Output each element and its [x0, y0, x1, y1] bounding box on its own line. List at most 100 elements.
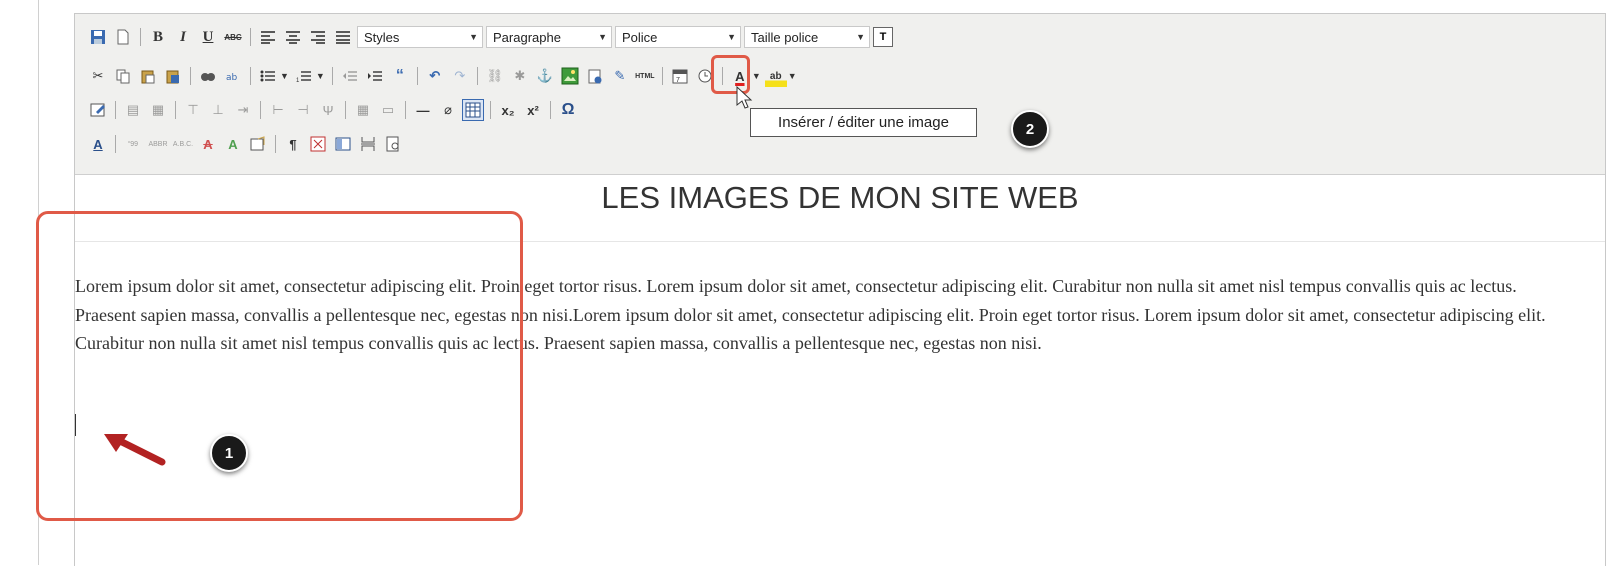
row-properties-icon[interactable]: ▤ — [122, 99, 144, 121]
separator — [416, 67, 418, 85]
step-badge-1: 1 — [210, 434, 248, 472]
styles-select-value: Styles — [364, 29, 400, 45]
svg-text:7: 7 — [676, 77, 680, 84]
acronym-icon[interactable]: A.B.C. — [172, 133, 194, 155]
anchor-icon[interactable]: ⚓ — [534, 65, 556, 87]
numbered-list-icon[interactable]: 1 — [293, 65, 315, 87]
chevron-down-icon: ▼ — [727, 32, 736, 42]
delete-row-icon[interactable]: ⇥ — [232, 99, 254, 121]
outdent-icon[interactable] — [339, 65, 361, 87]
separator — [250, 67, 251, 85]
insert-row-before-icon[interactable]: ⊤ — [182, 99, 204, 121]
page-break-icon[interactable] — [357, 133, 379, 155]
separator — [115, 101, 116, 119]
separator — [140, 28, 141, 46]
font-size-select[interactable]: Taille police ▼ — [744, 26, 870, 48]
replace-icon[interactable]: ab — [222, 65, 244, 87]
separator — [331, 67, 333, 85]
cell-properties-icon[interactable]: ▦ — [147, 99, 169, 121]
superscript-icon[interactable]: x² — [522, 99, 544, 121]
font-select[interactable]: Police ▼ — [615, 26, 741, 48]
insert-date-icon[interactable]: 7 — [669, 65, 691, 87]
styles-select[interactable]: Styles ▼ — [357, 26, 483, 48]
paste-icon[interactable] — [137, 65, 159, 87]
insert-table-icon[interactable] — [462, 99, 484, 121]
align-left-icon[interactable] — [257, 26, 279, 48]
indent-icon[interactable] — [364, 65, 386, 87]
link-icon[interactable]: ⛓ — [484, 65, 506, 87]
cut-icon[interactable]: ✂ — [87, 65, 109, 87]
chevron-down-icon[interactable]: ▼ — [316, 71, 325, 81]
find-icon[interactable] — [197, 65, 219, 87]
separator — [115, 135, 116, 153]
unlink-icon[interactable]: ✱ — [509, 65, 531, 87]
separator — [345, 101, 346, 119]
special-character-icon[interactable]: Ω — [557, 99, 579, 121]
chevron-down-icon[interactable]: ▼ — [788, 71, 797, 81]
show-invisible-icon[interactable]: ¶ — [282, 133, 304, 155]
chevron-down-icon[interactable]: ▼ — [752, 71, 761, 81]
bold-icon[interactable]: B — [147, 26, 169, 48]
svg-text:1: 1 — [296, 78, 300, 83]
separator — [405, 101, 406, 119]
abbr-icon[interactable]: ABBR — [147, 133, 169, 155]
visual-blocks-icon[interactable] — [307, 133, 329, 155]
format-select-value: Paragraphe — [493, 29, 561, 45]
toolbar-row-3: ▤ ▦ ⊤ ⊥ ⇥ ⊢ ⊣ Ψ ▦ ▭ — ⌀ x₂ x² Ω — [87, 98, 582, 122]
delete-text-icon[interactable]: A — [197, 133, 219, 155]
separator — [250, 28, 251, 46]
editor-toolbar: B I U ABC Styles ▼ Paragraphe ▼ Police ▼ Ta… — [75, 14, 1605, 175]
new-document-icon[interactable] — [112, 26, 134, 48]
delete-col-icon[interactable]: Ψ — [317, 99, 339, 121]
toolbar-row-4: A “99 ABBR A.B.C. A A ¶ — [87, 132, 407, 156]
cite-icon[interactable]: “99 — [122, 133, 144, 155]
insert-image-icon[interactable] — [559, 65, 581, 87]
separator — [476, 67, 478, 85]
horizontal-rule-icon[interactable]: — — [412, 99, 434, 121]
align-center-icon[interactable] — [282, 26, 304, 48]
separator — [260, 101, 261, 119]
insert-text-icon[interactable]: A — [222, 133, 244, 155]
insert-col-before-icon[interactable]: ⊢ — [267, 99, 289, 121]
step-badge-2: 2 — [1011, 110, 1049, 148]
insert-media-icon[interactable] — [584, 65, 606, 87]
table-edit-icon[interactable] — [87, 99, 109, 121]
styleprops-icon[interactable]: A — [87, 133, 109, 155]
underline-icon[interactable]: U — [197, 26, 219, 48]
chevron-down-icon: ▼ — [598, 32, 607, 42]
save-icon[interactable] — [87, 26, 109, 48]
align-justify-icon[interactable] — [332, 26, 354, 48]
arrow-icon — [100, 430, 170, 475]
chevron-down-icon: ▼ — [469, 32, 478, 42]
background-color-icon[interactable]: ab — [764, 65, 787, 87]
image-tooltip: Insérer / éditer une image — [750, 108, 977, 137]
toolbar-row-2: ✂ ab ▼ 1 ▼ “ ↶ ↷ ⛓ ✱ ⚓ ✎ HTML 7 A ▼ ab ▼ — [87, 64, 801, 88]
eraser-icon[interactable]: ⌀ — [437, 99, 459, 121]
paste-word-icon[interactable] — [162, 65, 184, 87]
align-right-icon[interactable] — [307, 26, 329, 48]
svg-text:ab: ab — [226, 73, 238, 83]
bullet-list-icon[interactable] — [257, 65, 279, 87]
subscript-icon[interactable]: x₂ — [497, 99, 519, 121]
html-source-icon[interactable]: HTML — [634, 65, 656, 87]
chevron-down-icon[interactable]: ▼ — [280, 71, 289, 81]
strikethrough-icon[interactable]: ABC — [222, 26, 244, 48]
insert-col-after-icon[interactable]: ⊣ — [292, 99, 314, 121]
preview-icon[interactable] — [382, 133, 404, 155]
chevron-down-icon: ▼ — [856, 32, 865, 42]
template-icon[interactable] — [332, 133, 354, 155]
separator — [275, 135, 276, 153]
merge-cells-icon[interactable]: ▭ — [377, 99, 399, 121]
insert-row-after-icon[interactable]: ⊥ — [207, 99, 229, 121]
copy-icon[interactable] — [112, 65, 134, 87]
attributes-icon[interactable] — [247, 133, 269, 155]
undo-icon[interactable]: ↶ — [424, 65, 446, 87]
split-cells-icon[interactable]: ▦ — [352, 99, 374, 121]
remove-format-button[interactable]: T — [873, 27, 893, 47]
blockquote-icon[interactable]: “ — [389, 65, 411, 87]
separator — [490, 101, 491, 119]
format-select[interactable]: Paragraphe ▼ — [486, 26, 612, 48]
italic-icon[interactable]: I — [172, 26, 194, 48]
cleanup-icon[interactable]: ✎ — [609, 65, 631, 87]
redo-icon[interactable]: ↷ — [449, 65, 471, 87]
